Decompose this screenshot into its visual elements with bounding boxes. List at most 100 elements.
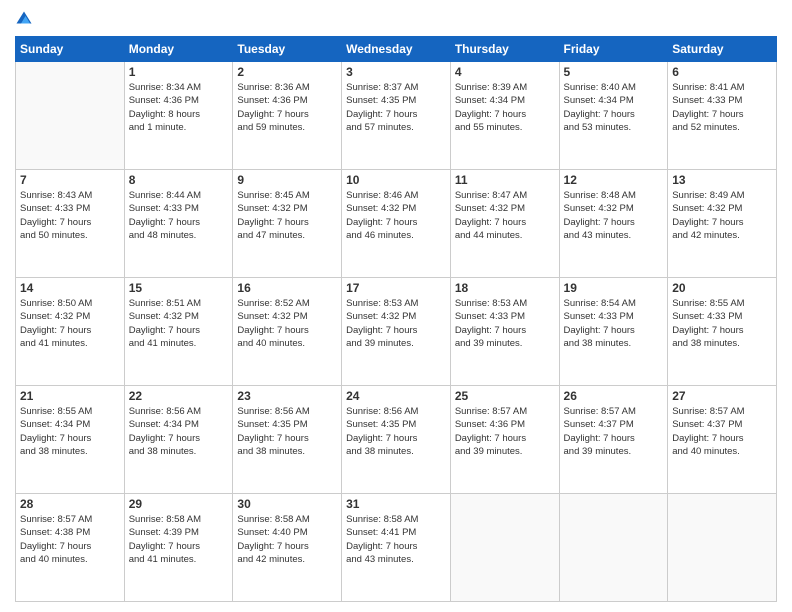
day-info: Sunrise: 8:45 AMSunset: 4:32 PMDaylight:…: [237, 189, 337, 242]
day-number: 1: [129, 65, 229, 79]
calendar-week-row: 1 Sunrise: 8:34 AMSunset: 4:36 PMDaylight…: [16, 62, 777, 170]
calendar-cell: 16 Sunrise: 8:52 AMSunset: 4:32 PMDayligh…: [233, 278, 342, 386]
calendar-cell: 24 Sunrise: 8:56 AMSunset: 4:35 PMDayligh…: [342, 386, 451, 494]
calendar-cell: 18 Sunrise: 8:53 AMSunset: 4:33 PMDayligh…: [450, 278, 559, 386]
calendar-cell: [16, 62, 125, 170]
day-number: 9: [237, 173, 337, 187]
calendar-cell: [668, 494, 777, 602]
day-number: 18: [455, 281, 555, 295]
calendar-cell: [559, 494, 668, 602]
day-info: Sunrise: 8:58 AMSunset: 4:41 PMDaylight:…: [346, 513, 446, 566]
day-number: 16: [237, 281, 337, 295]
calendar-cell: 14 Sunrise: 8:50 AMSunset: 4:32 PMDayligh…: [16, 278, 125, 386]
day-info: Sunrise: 8:56 AMSunset: 4:35 PMDaylight:…: [346, 405, 446, 458]
day-number: 3: [346, 65, 446, 79]
day-info: Sunrise: 8:53 AMSunset: 4:33 PMDaylight:…: [455, 297, 555, 350]
day-info: Sunrise: 8:55 AMSunset: 4:34 PMDaylight:…: [20, 405, 120, 458]
day-info: Sunrise: 8:41 AMSunset: 4:33 PMDaylight:…: [672, 81, 772, 134]
calendar-cell: [450, 494, 559, 602]
day-info: Sunrise: 8:43 AMSunset: 4:33 PMDaylight:…: [20, 189, 120, 242]
day-number: 30: [237, 497, 337, 511]
calendar-header-saturday: Saturday: [668, 37, 777, 62]
calendar-cell: 9 Sunrise: 8:45 AMSunset: 4:32 PMDaylight…: [233, 170, 342, 278]
day-number: 26: [564, 389, 664, 403]
calendar-cell: 5Sunrise: 8:40 AMSunset: 4:34 PMDaylight…: [559, 62, 668, 170]
day-info: Sunrise: 8:57 AMSunset: 4:38 PMDaylight:…: [20, 513, 120, 566]
day-info: Sunrise: 8:48 AMSunset: 4:32 PMDaylight:…: [564, 189, 664, 242]
day-info: Sunrise: 8:57 AMSunset: 4:37 PMDaylight:…: [672, 405, 772, 458]
day-info: Sunrise: 8:40 AMSunset: 4:34 PMDaylight:…: [564, 81, 664, 134]
day-info: Sunrise: 8:39 AMSunset: 4:34 PMDaylight:…: [455, 81, 555, 134]
day-number: 10: [346, 173, 446, 187]
day-info: Sunrise: 8:57 AMSunset: 4:36 PMDaylight:…: [455, 405, 555, 458]
day-info: Sunrise: 8:49 AMSunset: 4:32 PMDaylight:…: [672, 189, 772, 242]
day-number: 24: [346, 389, 446, 403]
day-number: 14: [20, 281, 120, 295]
day-number: 20: [672, 281, 772, 295]
header: [15, 10, 777, 28]
calendar-cell: 2 Sunrise: 8:36 AMSunset: 4:36 PMDaylight…: [233, 62, 342, 170]
calendar-cell: 6 Sunrise: 8:41 AMSunset: 4:33 PMDaylight…: [668, 62, 777, 170]
calendar-week-row: 21Sunrise: 8:55 AMSunset: 4:34 PMDayligh…: [16, 386, 777, 494]
day-info: Sunrise: 8:55 AMSunset: 4:33 PMDaylight:…: [672, 297, 772, 350]
calendar-table: SundayMondayTuesdayWednesdayThursdayFrid…: [15, 36, 777, 602]
calendar-cell: 3Sunrise: 8:37 AMSunset: 4:35 PMDaylight…: [342, 62, 451, 170]
day-info: Sunrise: 8:52 AMSunset: 4:32 PMDaylight:…: [237, 297, 337, 350]
day-number: 11: [455, 173, 555, 187]
calendar-cell: 29Sunrise: 8:58 AMSunset: 4:39 PMDayligh…: [124, 494, 233, 602]
day-info: Sunrise: 8:51 AMSunset: 4:32 PMDaylight:…: [129, 297, 229, 350]
day-number: 6: [672, 65, 772, 79]
day-number: 8: [129, 173, 229, 187]
calendar-week-row: 28 Sunrise: 8:57 AMSunset: 4:38 PMDayligh…: [16, 494, 777, 602]
calendar-header-friday: Friday: [559, 37, 668, 62]
page: SundayMondayTuesdayWednesdayThursdayFrid…: [0, 0, 792, 612]
calendar-cell: 27 Sunrise: 8:57 AMSunset: 4:37 PMDayligh…: [668, 386, 777, 494]
day-info: Sunrise: 8:46 AMSunset: 4:32 PMDaylight:…: [346, 189, 446, 242]
logo-icon: [15, 10, 33, 28]
calendar-cell: 10 Sunrise: 8:46 AMSunset: 4:32 PMDayligh…: [342, 170, 451, 278]
calendar-header-monday: Monday: [124, 37, 233, 62]
day-info: Sunrise: 8:34 AMSunset: 4:36 PMDaylight:…: [129, 81, 229, 134]
day-number: 7: [20, 173, 120, 187]
calendar-cell: 21Sunrise: 8:55 AMSunset: 4:34 PMDayligh…: [16, 386, 125, 494]
calendar-cell: 20 Sunrise: 8:55 AMSunset: 4:33 PMDayligh…: [668, 278, 777, 386]
day-number: 12: [564, 173, 664, 187]
day-number: 2: [237, 65, 337, 79]
day-number: 25: [455, 389, 555, 403]
day-number: 4: [455, 65, 555, 79]
calendar-cell: 13 Sunrise: 8:49 AMSunset: 4:32 PMDayligh…: [668, 170, 777, 278]
calendar-cell: 15 Sunrise: 8:51 AMSunset: 4:32 PMDayligh…: [124, 278, 233, 386]
calendar-cell: 31 Sunrise: 8:58 AMSunset: 4:41 PMDayligh…: [342, 494, 451, 602]
day-number: 13: [672, 173, 772, 187]
day-info: Sunrise: 8:53 AMSunset: 4:32 PMDaylight:…: [346, 297, 446, 350]
day-number: 19: [564, 281, 664, 295]
calendar-cell: 4 Sunrise: 8:39 AMSunset: 4:34 PMDaylight…: [450, 62, 559, 170]
day-info: Sunrise: 8:50 AMSunset: 4:32 PMDaylight:…: [20, 297, 120, 350]
day-number: 17: [346, 281, 446, 295]
calendar-cell: 30Sunrise: 8:58 AMSunset: 4:40 PMDayligh…: [233, 494, 342, 602]
day-info: Sunrise: 8:56 AMSunset: 4:35 PMDaylight:…: [237, 405, 337, 458]
calendar-header-thursday: Thursday: [450, 37, 559, 62]
calendar-cell: 23Sunrise: 8:56 AMSunset: 4:35 PMDayligh…: [233, 386, 342, 494]
calendar-week-row: 14 Sunrise: 8:50 AMSunset: 4:32 PMDayligh…: [16, 278, 777, 386]
calendar-header-wednesday: Wednesday: [342, 37, 451, 62]
calendar-cell: 11 Sunrise: 8:47 AMSunset: 4:32 PMDayligh…: [450, 170, 559, 278]
calendar-cell: 7 Sunrise: 8:43 AMSunset: 4:33 PMDaylight…: [16, 170, 125, 278]
calendar-cell: 28 Sunrise: 8:57 AMSunset: 4:38 PMDayligh…: [16, 494, 125, 602]
day-number: 31: [346, 497, 446, 511]
calendar-header-tuesday: Tuesday: [233, 37, 342, 62]
day-info: Sunrise: 8:36 AMSunset: 4:36 PMDaylight:…: [237, 81, 337, 134]
day-number: 15: [129, 281, 229, 295]
day-info: Sunrise: 8:54 AMSunset: 4:33 PMDaylight:…: [564, 297, 664, 350]
calendar-cell: 1 Sunrise: 8:34 AMSunset: 4:36 PMDaylight…: [124, 62, 233, 170]
day-info: Sunrise: 8:44 AMSunset: 4:33 PMDaylight:…: [129, 189, 229, 242]
calendar-cell: 8 Sunrise: 8:44 AMSunset: 4:33 PMDaylight…: [124, 170, 233, 278]
day-number: 28: [20, 497, 120, 511]
day-number: 27: [672, 389, 772, 403]
calendar-cell: 17 Sunrise: 8:53 AMSunset: 4:32 PMDayligh…: [342, 278, 451, 386]
day-info: Sunrise: 8:57 AMSunset: 4:37 PMDaylight:…: [564, 405, 664, 458]
day-number: 22: [129, 389, 229, 403]
day-info: Sunrise: 8:47 AMSunset: 4:32 PMDaylight:…: [455, 189, 555, 242]
calendar-header-row: SundayMondayTuesdayWednesdayThursdayFrid…: [16, 37, 777, 62]
calendar-header-sunday: Sunday: [16, 37, 125, 62]
